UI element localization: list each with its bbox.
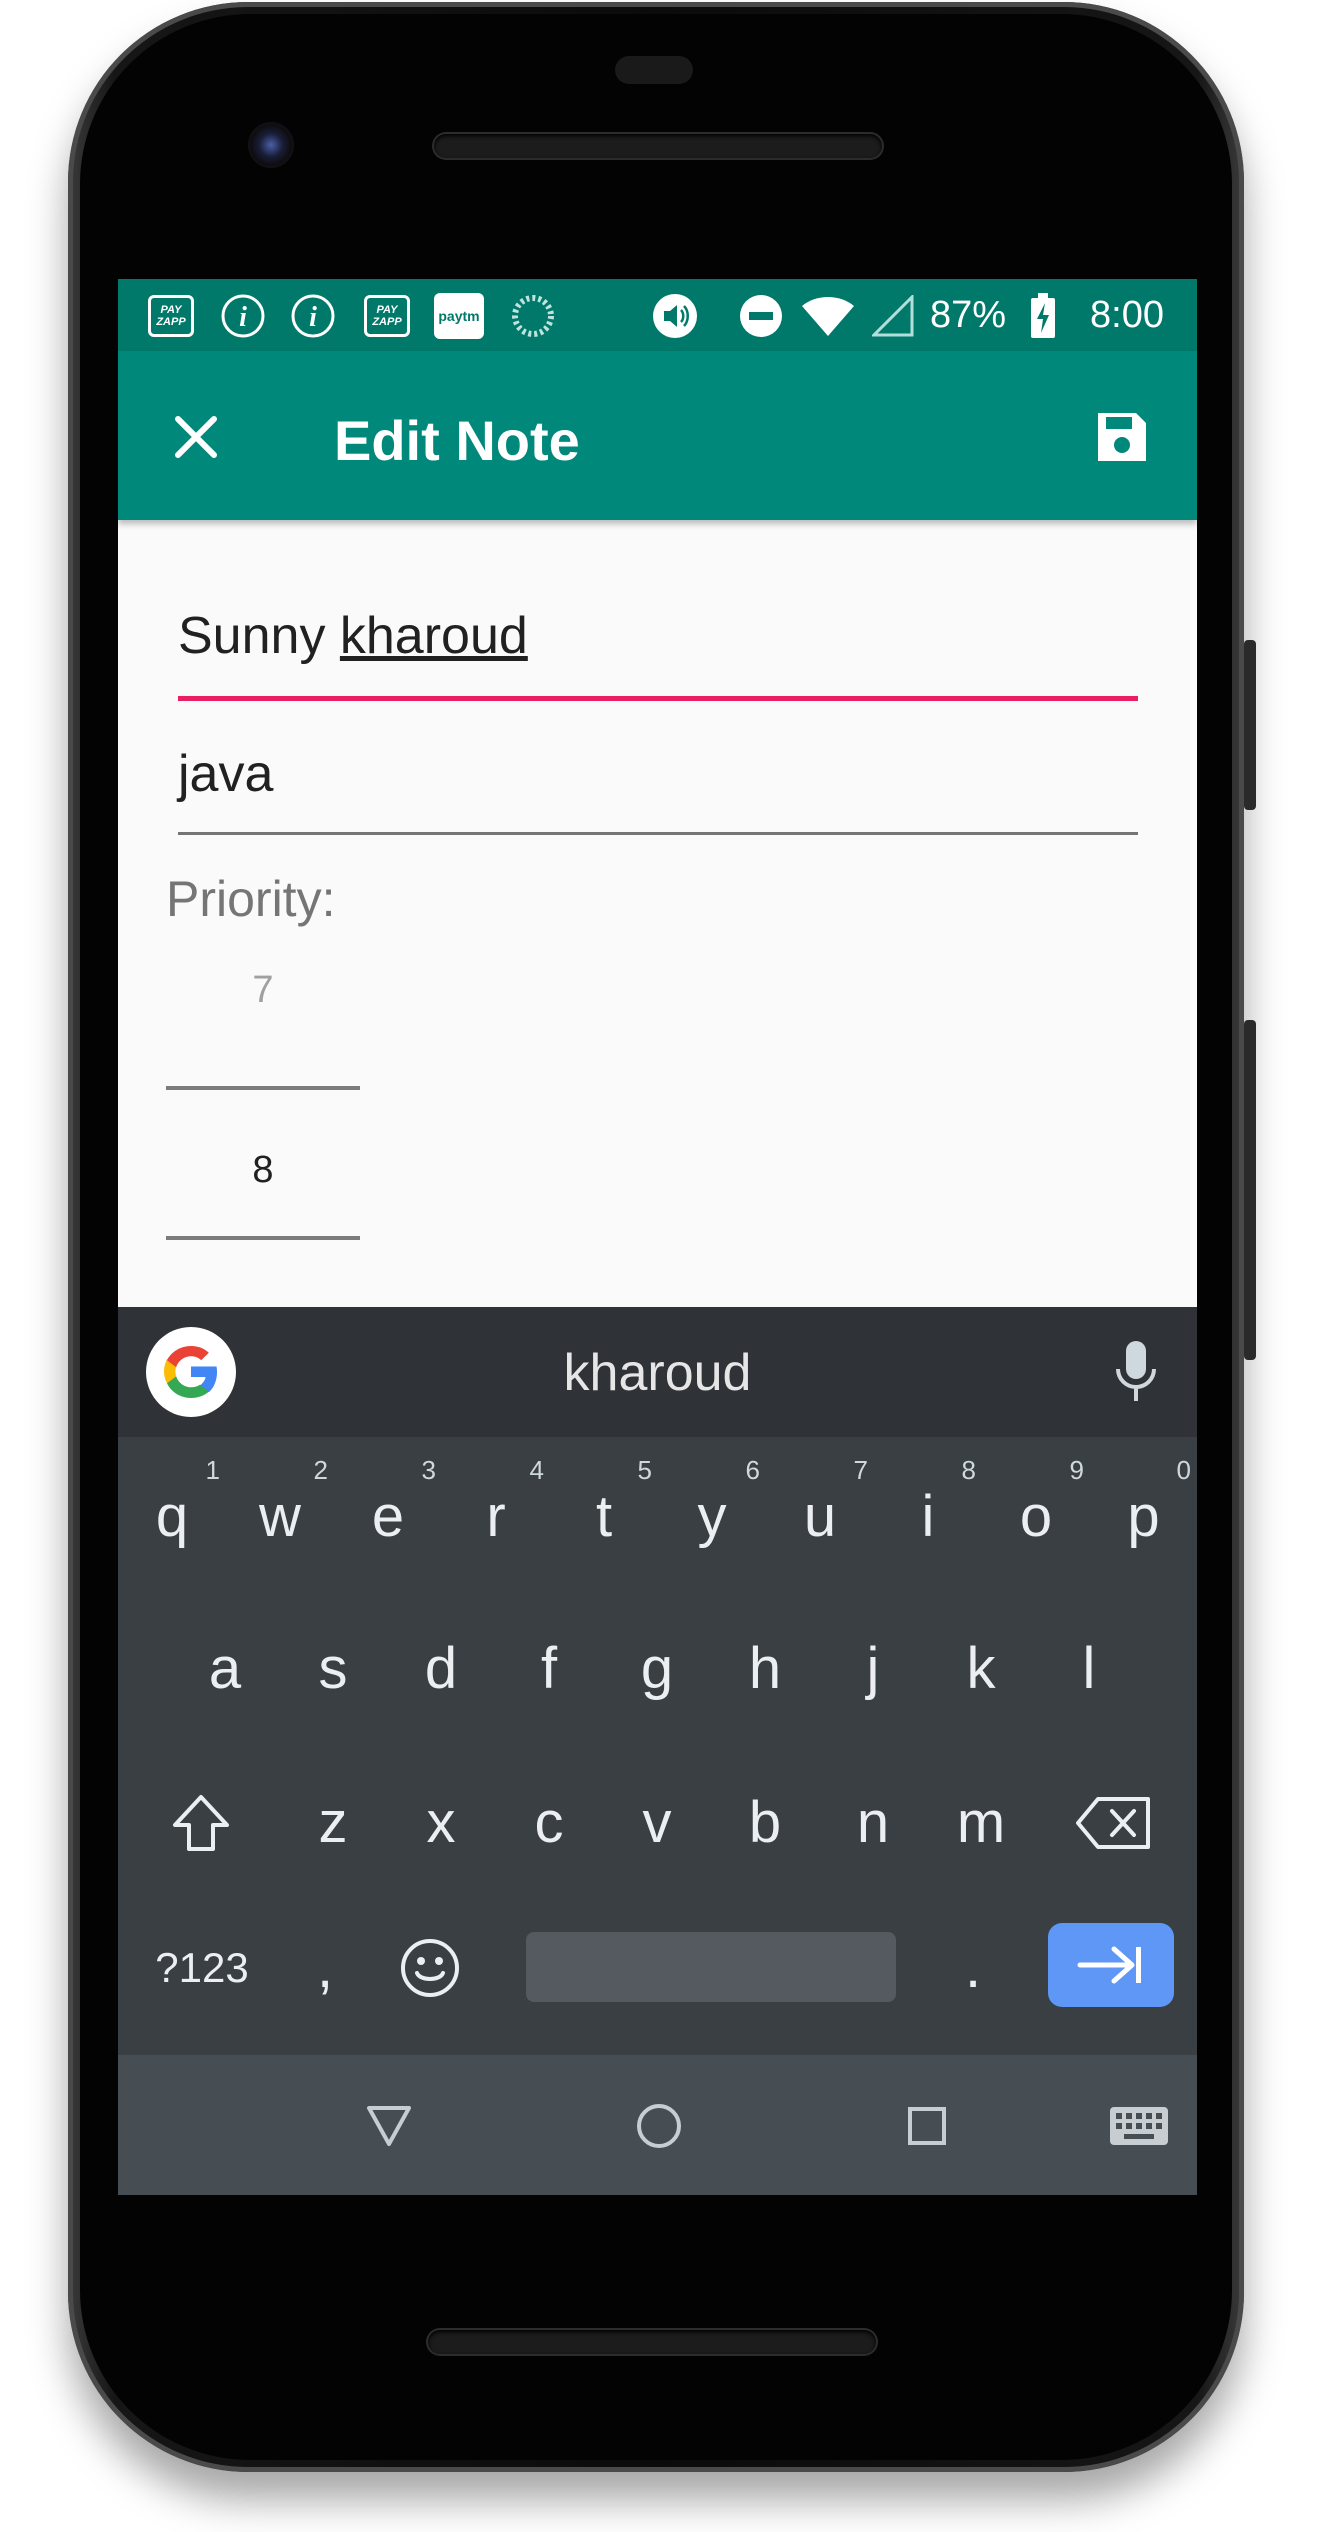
key-p[interactable]: p0 — [1090, 1455, 1197, 1577]
loading-circle-icon — [508, 293, 558, 339]
phone-screen: PAY ZAPP i i PAY ZAPP paytm 87% 8:00 Edi… — [118, 279, 1197, 2195]
space-bar[interactable] — [526, 1932, 896, 2002]
app-bar: Edit Note — [118, 351, 1197, 520]
next-field-button[interactable] — [1048, 1923, 1174, 2007]
top-speaker — [434, 134, 882, 158]
suggestion-strip: kharoud — [118, 1307, 1197, 1437]
paytm-icon: paytm — [432, 293, 486, 339]
key-i[interactable]: i8 — [874, 1455, 982, 1577]
title-field[interactable]: Sunny kharoud — [178, 604, 1138, 704]
imobile-icon: i — [218, 293, 268, 339]
svg-text:i: i — [309, 302, 317, 333]
status-bar: PAY ZAPP i i PAY ZAPP paytm 87% 8:00 — [118, 279, 1197, 351]
key-q[interactable]: q1 — [118, 1455, 226, 1577]
key-l[interactable]: l — [1035, 1609, 1143, 1729]
key-x[interactable]: x — [387, 1763, 495, 1883]
key-n[interactable]: n — [819, 1763, 927, 1883]
cellular-signal-icon — [868, 293, 918, 339]
bottom-speaker — [428, 2330, 876, 2354]
shift-key[interactable] — [146, 1763, 256, 1883]
power-button — [1244, 640, 1256, 810]
key-u[interactable]: u7 — [766, 1455, 874, 1577]
save-icon — [1098, 413, 1146, 461]
description-field-underline — [178, 832, 1138, 835]
tab-next-icon — [1077, 1946, 1141, 1984]
wifi-icon — [798, 293, 858, 339]
key-t[interactable]: t5 — [550, 1455, 658, 1577]
key-f[interactable]: f — [495, 1609, 603, 1729]
battery-percentage: 87% — [930, 294, 1007, 336]
key-b[interactable]: b — [711, 1763, 819, 1883]
picker-divider-bottom — [166, 1236, 360, 1240]
key-m[interactable]: m — [927, 1763, 1035, 1883]
svg-text:i: i — [239, 302, 247, 333]
backspace-key[interactable] — [1058, 1763, 1170, 1883]
do-not-disturb-icon — [736, 293, 786, 339]
priority-label: Priority: — [166, 871, 336, 927]
back-triangle-icon — [367, 2106, 411, 2146]
soft-keyboard: kharoud q1 w2 e3 r4 t5 y6 u7 i8 o9 p0 a … — [118, 1307, 1197, 2055]
payzapp-icon: PAY ZAPP — [362, 293, 412, 339]
period-key[interactable]: . — [924, 1913, 1022, 2023]
key-w[interactable]: w2 — [226, 1455, 334, 1577]
proximity-sensor — [615, 56, 693, 84]
composing-word: kharoud — [339, 607, 528, 665]
recents-square-icon — [908, 2107, 946, 2145]
page-title: Edit Note — [334, 409, 580, 472]
key-e[interactable]: e3 — [334, 1455, 442, 1577]
emoji-key[interactable] — [380, 1913, 480, 2023]
key-h[interactable]: h — [711, 1609, 819, 1729]
title-input-value: Sunny kharoud — [178, 607, 528, 665]
comma-key[interactable]: , — [278, 1913, 372, 2023]
emoji-icon — [401, 1939, 459, 1997]
priority-number-picker[interactable]: 7 8 — [166, 960, 360, 1300]
vibrate-sound-icon — [650, 293, 700, 339]
clock: 8:00 — [1090, 294, 1164, 336]
key-c[interactable]: c — [495, 1763, 603, 1883]
save-button[interactable] — [1082, 397, 1162, 477]
shift-icon — [173, 1795, 229, 1851]
close-button[interactable] — [156, 397, 236, 477]
key-s[interactable]: s — [279, 1609, 387, 1729]
recents-button[interactable] — [892, 2091, 962, 2161]
key-v[interactable]: v — [603, 1763, 711, 1883]
key-o[interactable]: o9 — [982, 1455, 1090, 1577]
payzapp-icon: PAY ZAPP — [146, 293, 196, 339]
key-r[interactable]: r4 — [442, 1455, 550, 1577]
symbols-key[interactable]: ?123 — [138, 1913, 266, 2023]
home-button[interactable] — [624, 2091, 694, 2161]
front-camera — [248, 122, 294, 168]
volume-button — [1244, 1020, 1256, 1360]
navigation-bar — [118, 2055, 1197, 2195]
key-a[interactable]: a — [171, 1609, 279, 1729]
key-y[interactable]: y6 — [658, 1455, 766, 1577]
key-j[interactable]: j — [819, 1609, 927, 1729]
battery-charging-icon — [1026, 293, 1060, 339]
imobile-icon: i — [288, 293, 338, 339]
key-z[interactable]: z — [279, 1763, 387, 1883]
description-field[interactable]: java — [178, 742, 1138, 842]
key-d[interactable]: d — [387, 1609, 495, 1729]
microphone-icon[interactable] — [1106, 1337, 1166, 1407]
keyboard-switch-button[interactable] — [1104, 2091, 1174, 2161]
picker-selected-value[interactable]: 8 — [166, 1140, 360, 1200]
close-icon — [175, 416, 217, 458]
picker-divider-top — [166, 1086, 360, 1090]
key-g[interactable]: g — [603, 1609, 711, 1729]
key-k[interactable]: k — [927, 1609, 1035, 1729]
home-circle-icon — [637, 2104, 681, 2148]
keyboard-icon — [1110, 2107, 1168, 2145]
description-input-value: java — [178, 745, 274, 803]
word-suggestion[interactable]: kharoud — [118, 1343, 1197, 1403]
back-button[interactable] — [354, 2091, 424, 2161]
title-field-underline — [178, 696, 1138, 701]
picker-previous-value[interactable]: 7 — [166, 960, 360, 1020]
backspace-icon — [1076, 1797, 1150, 1849]
